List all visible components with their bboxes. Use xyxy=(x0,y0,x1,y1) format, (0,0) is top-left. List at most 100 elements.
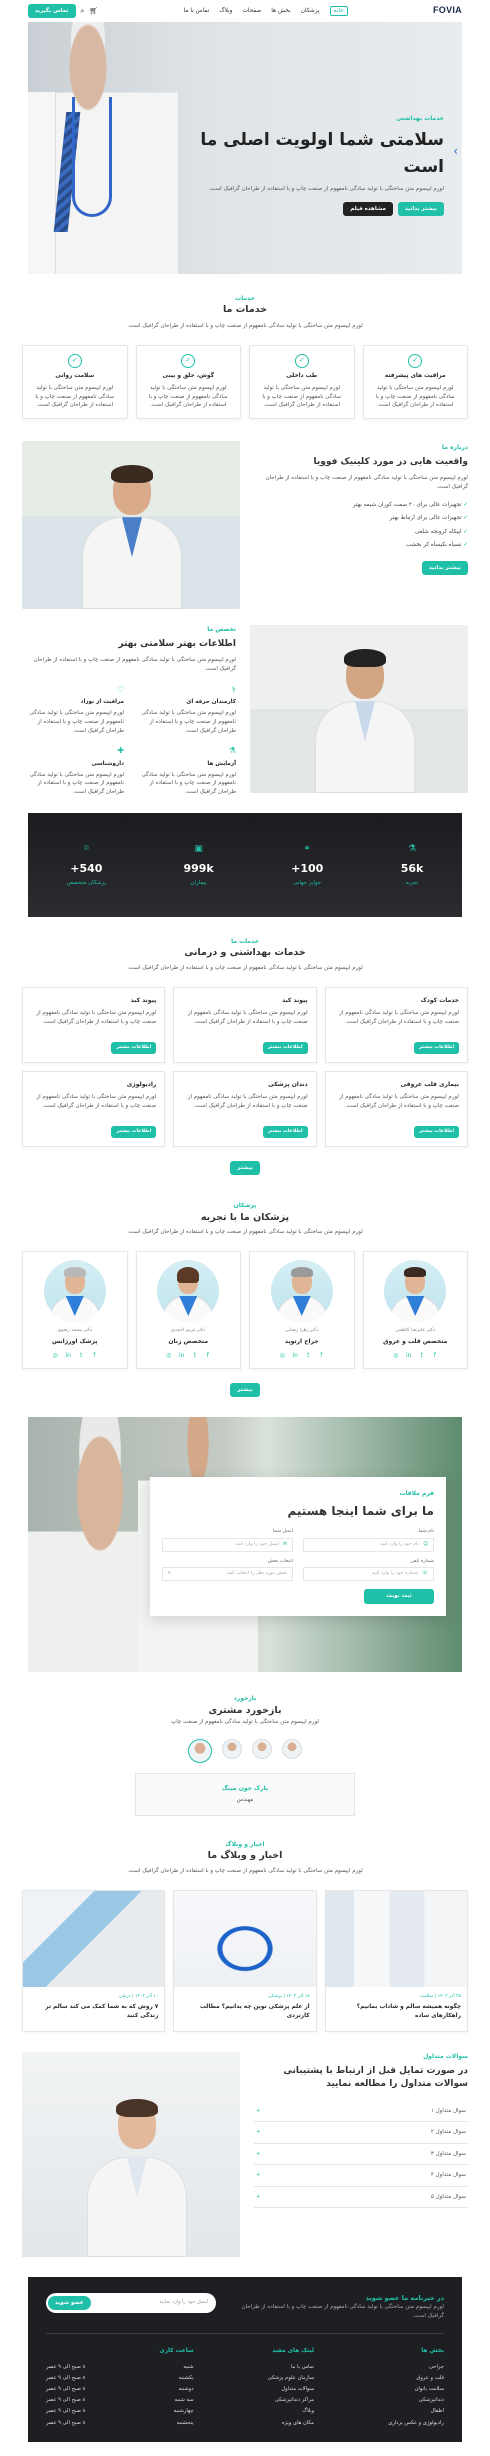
doctor-card[interactable]: دکتر محمد رضوی پزشک اورژانس f t in ◎ xyxy=(22,1251,128,1369)
cart-icon[interactable]: 🛒︎ xyxy=(89,6,98,17)
medical-card-desc: لورم ایپسوم متن ساختگی با تولید سادگی نا… xyxy=(187,1094,308,1109)
linkedin-icon[interactable]: in xyxy=(404,1351,413,1360)
testimonial-avatar[interactable] xyxy=(252,1739,272,1760)
footer-col-title: ساعت کاری xyxy=(159,2348,194,2355)
instagram-icon[interactable]: ◎ xyxy=(51,1351,60,1360)
medical-card-more-button[interactable]: اطلاعات بیشتر xyxy=(262,1042,308,1054)
faq-content: سوالات متداول در صورت تمایل قبل از ارتبا… xyxy=(254,2052,468,2257)
footer-col-title: بخش ها xyxy=(421,2348,444,2355)
mail-icon: ✉ xyxy=(282,1541,287,1547)
testimonial-author: پارک جون مینگ xyxy=(221,1785,269,1793)
instagram-icon[interactable]: ◎ xyxy=(164,1351,173,1360)
lab-icon: ⚗ xyxy=(228,746,236,756)
doctor-card[interactable]: دکتر مریم احمدی متخصص زنان f t in ◎ xyxy=(135,1251,241,1369)
about-bullet: نسیاه بکیساه کر بخشب xyxy=(254,539,468,553)
service-card[interactable]: ✓ طب داخلی لورم ایپسوم متن ساختگی با تول… xyxy=(249,344,355,420)
nav-item-blog[interactable]: وبلاگ xyxy=(219,7,232,16)
hero-learn-more-button[interactable]: بیشتر بدانید xyxy=(397,201,444,217)
facebook-icon[interactable]: f xyxy=(430,1351,439,1360)
doctor-card[interactable]: دکتر زهرا رضایی جراح ارتوپد f t in ◎ xyxy=(249,1251,355,1369)
nav-item-contact[interactable]: تماس با ما xyxy=(184,7,210,16)
doctor-avatar xyxy=(43,1260,106,1323)
faq-item[interactable]: سوال متداول ۴ + xyxy=(254,2165,468,2187)
hero-watch-video-button[interactable]: مشاهده فیلم xyxy=(343,201,393,217)
facebook-icon[interactable]: f xyxy=(317,1351,326,1360)
medical-more-button[interactable]: بیشتر xyxy=(230,1160,260,1176)
slider-next-arrow-icon[interactable]: › xyxy=(450,142,458,158)
doctor-socials: f t in ◎ xyxy=(368,1351,464,1360)
about-content: درباره ما واقعیت هایی در مورد کلینیک فوو… xyxy=(254,441,468,609)
nav-item-departments[interactable]: بخش ها xyxy=(271,7,290,16)
stat-item: ⌾ 540+ پزشکان متخصص xyxy=(67,843,106,888)
twitter-icon[interactable]: t xyxy=(417,1351,426,1360)
logo[interactable]: FOVIA xyxy=(433,4,462,18)
instagram-icon[interactable]: ◎ xyxy=(391,1351,400,1360)
faq-item[interactable]: سوال متداول ۵ + xyxy=(254,2187,468,2209)
footer-link[interactable]: سوالات متداول xyxy=(268,2384,314,2395)
medical-card-more-button[interactable]: اطلاعات بیشتر xyxy=(414,1042,459,1054)
medical-card-more-button[interactable]: اطلاعات بیشتر xyxy=(111,1126,157,1138)
expertise-section: تخصص ما اطلاعات بهتر سلامتی بهتر لورم ای… xyxy=(22,609,468,797)
medical-card-more-button[interactable]: اطلاعات بیشتر xyxy=(262,1126,308,1138)
footer-link[interactable]: وبلاگ xyxy=(268,2406,314,2417)
footer-link[interactable]: تماس با ما xyxy=(268,2362,314,2373)
about-bullet: اپیکاه کرونجه شلغی xyxy=(254,525,468,539)
footer-link[interactable]: مکان های ویژه xyxy=(268,2417,314,2428)
medical-card-more-button[interactable]: اطلاعات بیشتر xyxy=(111,1042,157,1054)
stat-item: ▣ 999k بیماران xyxy=(183,843,213,888)
footer-link[interactable]: اطفال xyxy=(388,2406,444,2417)
medical-card-more-button[interactable]: اطلاعات بیشتر xyxy=(414,1126,459,1138)
faq-title: در صورت تمایل قبل از ارتباط با پشتیبانی … xyxy=(283,2066,468,2089)
footer-link[interactable]: مراکز دندانپزشکی xyxy=(268,2395,314,2406)
service-card[interactable]: ✓ گوش، حلق و بینی لورم ایپسوم متن ساختگی… xyxy=(135,344,241,420)
search-icon[interactable]: ⌕ xyxy=(81,6,85,17)
name-input[interactable]: ☺ نام خود را وارد کنید xyxy=(303,1537,434,1552)
footer-link[interactable]: دندانپزشکی xyxy=(388,2395,444,2406)
testimonial-avatar[interactable] xyxy=(222,1739,242,1760)
facebook-icon[interactable]: f xyxy=(90,1351,99,1360)
nav-item-doctors[interactable]: پزشکان xyxy=(301,7,320,16)
subscribe-button[interactable]: عضو شوید xyxy=(48,2295,91,2311)
service-card[interactable]: ✓ سلامت روانی لورم ایپسوم متن ساختگی با … xyxy=(22,344,128,420)
footer-day: دوشنبه xyxy=(178,2386,194,2393)
instagram-icon[interactable]: ◎ xyxy=(278,1351,287,1360)
newsletter-email-input[interactable]: ایمیل خود را وارد نمایید xyxy=(91,2299,214,2307)
appointment-submit-button[interactable]: ثبت نوبت xyxy=(364,1589,434,1604)
blog-post-title[interactable]: چگونه همیشه سالم و شاداب بمانیم؟ راهکاره… xyxy=(332,2003,461,2021)
blog-post-card[interactable]: ۲۵ آذر ۱۴۰۲ | سلامت چگونه همیشه سالم و ش… xyxy=(324,1889,468,2033)
medical-service-card: پیوند کبد لورم ایپسوم متن ساختگی با تولی… xyxy=(22,986,166,1063)
testimonial-avatar[interactable] xyxy=(282,1739,302,1760)
footer-col-hours-days: ساعت کاری شنبه یکشنبه دوشنبه سه شنبه چها… xyxy=(159,2346,193,2428)
phone-input[interactable]: ☏ شماره خود را وارد کنید xyxy=(303,1567,434,1581)
nav-item-home[interactable]: خانه xyxy=(329,5,348,17)
doctors-more-button[interactable]: بیشتر xyxy=(230,1382,260,1398)
doctor-card[interactable]: دکتر علیرضا کاظمی متخصص قلب و عروق f t in ◎ xyxy=(362,1251,468,1369)
twitter-icon[interactable]: t xyxy=(77,1351,86,1360)
twitter-icon[interactable]: t xyxy=(190,1351,199,1360)
faq-item[interactable]: سوال متداول ۲ + xyxy=(254,2122,468,2144)
footer-link[interactable]: رادیولوژی و عکس برداری xyxy=(388,2417,444,2428)
department-select[interactable]: بخش مورد نظر را انتخاب کنید ▾ xyxy=(162,1567,293,1581)
blog-post-title[interactable]: از علم پزشکی نوین چه بدانیم؟ مطالب کاربر… xyxy=(180,2003,310,2021)
blog-post-card[interactable]: ۱۸ آذر ۱۴۰۲ | پزشکی از علم پزشکی نوین چه… xyxy=(173,1889,317,2033)
facebook-icon[interactable]: f xyxy=(203,1351,212,1360)
testimonial-avatar-active[interactable] xyxy=(188,1739,212,1764)
twitter-icon[interactable]: t xyxy=(304,1351,313,1360)
blog-post-card[interactable]: ۱۰ آذر ۱۴۰۲ | درمان ۷ روش که به شما کمک … xyxy=(22,1889,166,2033)
faq-item[interactable]: سوال متداول ۱ + xyxy=(254,2101,468,2123)
blog-post-image xyxy=(23,1890,165,1987)
service-card[interactable]: ✓ مراقبت های پیشرفته لورم ایپسوم متن ساخ… xyxy=(362,344,468,420)
faq-item[interactable]: سوال متداول ۳ + xyxy=(254,2144,468,2166)
footer-link[interactable]: سلامت بانوان xyxy=(388,2384,444,2395)
email-input[interactable]: ✉ ایمیل خود را وارد کنید xyxy=(162,1537,293,1552)
nav-item-pages[interactable]: صفحات xyxy=(242,7,261,16)
linkedin-icon[interactable]: in xyxy=(291,1351,300,1360)
footer-link[interactable]: سازمان علوم پزشکی xyxy=(268,2373,314,2384)
blog-post-title[interactable]: ۷ روش که به شما کمک می کند سالم تر زندگی… xyxy=(29,2003,158,2021)
footer-link[interactable]: قلب و عروق xyxy=(388,2373,444,2384)
footer-link[interactable]: جراحی xyxy=(388,2362,444,2373)
about-more-button[interactable]: بیشتر بدانید xyxy=(421,560,468,576)
linkedin-icon[interactable]: in xyxy=(177,1351,186,1360)
linkedin-icon[interactable]: in xyxy=(64,1351,73,1360)
header-cta-button[interactable]: تماس بگیرید xyxy=(28,3,76,19)
